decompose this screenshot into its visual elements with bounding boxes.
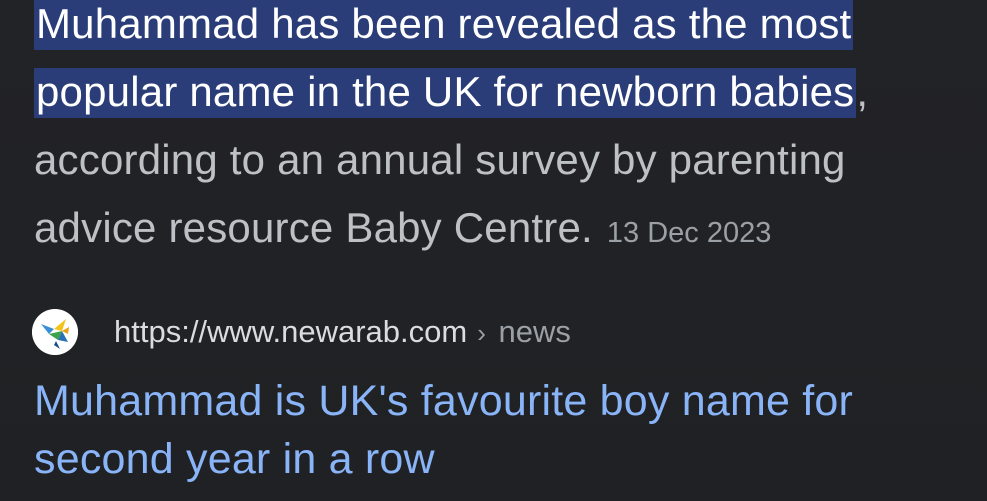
result-source-row[interactable]: https://www.newarab.com › news [32, 305, 571, 359]
snippet-comma: , [856, 68, 869, 115]
result-title-link[interactable]: Muhammad is UK's favourite boy name for … [34, 372, 964, 488]
snippet-date: 13 Dec 2023 [606, 217, 772, 249]
breadcrumb-label: news [498, 314, 571, 349]
search-result-panel: Muhammad has been revealed as the most p… [0, 0, 987, 501]
highlighted-text-line-1: Muhammad has been revealed as the most [34, 0, 854, 50]
breadcrumb-separator: › [477, 318, 486, 348]
newarab-bird-icon [32, 309, 78, 355]
result-breadcrumb: › news [477, 314, 571, 350]
featured-snippet-text: Muhammad has been revealed as the most p… [34, 0, 979, 267]
highlighted-text-line-2: popular name in the UK for newborn babie… [34, 68, 857, 118]
result-url[interactable]: https://www.newarab.com [114, 314, 467, 350]
